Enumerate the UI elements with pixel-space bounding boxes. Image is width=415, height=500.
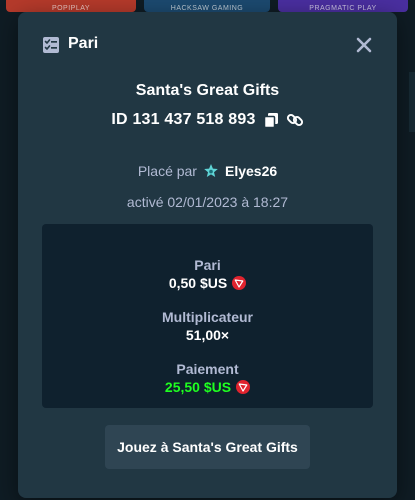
bet-label: Pari — [194, 257, 221, 273]
modal-title: Pari — [68, 35, 99, 52]
copy-icon[interactable] — [262, 111, 280, 129]
game-thumbnail[interactable]: HACKSAW GAMING — [144, 0, 270, 12]
payout-label: Paiement — [176, 361, 239, 377]
play-game-button[interactable]: Jouez à Santa's Great Gifts — [105, 425, 310, 469]
bet-details-modal: Pari Santa's Great Gifts ID 131 437 518 … — [18, 12, 397, 498]
payout-value: 25,50 $US — [164, 379, 232, 395]
tron-coin-icon — [236, 380, 251, 394]
link-icon[interactable] — [286, 111, 304, 129]
bet-details-panel: Pari 0,50 $US Multiplicateur 51,00× Paie… — [42, 224, 373, 408]
background-panel-edge — [409, 72, 415, 132]
thumbnail-label: HACKSAW GAMING — [170, 5, 244, 12]
tron-coin-icon — [232, 276, 247, 290]
bet-slip-icon — [42, 36, 60, 54]
bet-value-row: 0,50 $US — [42, 275, 373, 291]
payout-value-row: 25,50 $US — [42, 379, 373, 395]
thumbnail-label: POPIPLAY — [51, 5, 91, 12]
close-icon[interactable] — [353, 34, 375, 56]
vip-star-icon — [203, 163, 219, 179]
activated-timestamp: activé 02/01/2023 à 18:27 — [126, 194, 289, 210]
placed-by-row: Placé par Elyes26 — [18, 163, 397, 179]
placed-by-label: Placé par — [137, 163, 197, 179]
user-name-link[interactable]: Elyes26 — [225, 163, 277, 179]
bet-id: ID 131 437 518 893 — [111, 111, 256, 128]
background-game-thumbnails: POPIPLAY HACKSAW GAMING PRAGMATIC PLAY — [0, 0, 415, 12]
multiplier-label: Multiplicateur — [161, 309, 253, 325]
bet-id-row: ID 131 437 518 893 — [18, 111, 397, 129]
multiplier-value: 51,00× — [185, 327, 230, 343]
thumbnail-label: PRAGMATIC PLAY — [309, 5, 377, 12]
modal-header: Pari — [18, 12, 397, 76]
game-thumbnail[interactable]: POPIPLAY — [6, 0, 136, 12]
bet-value: 0,50 $US — [168, 275, 228, 291]
game-thumbnail[interactable]: PRAGMATIC PLAY — [278, 0, 408, 12]
game-title: Santa's Great Gifts — [135, 82, 280, 99]
